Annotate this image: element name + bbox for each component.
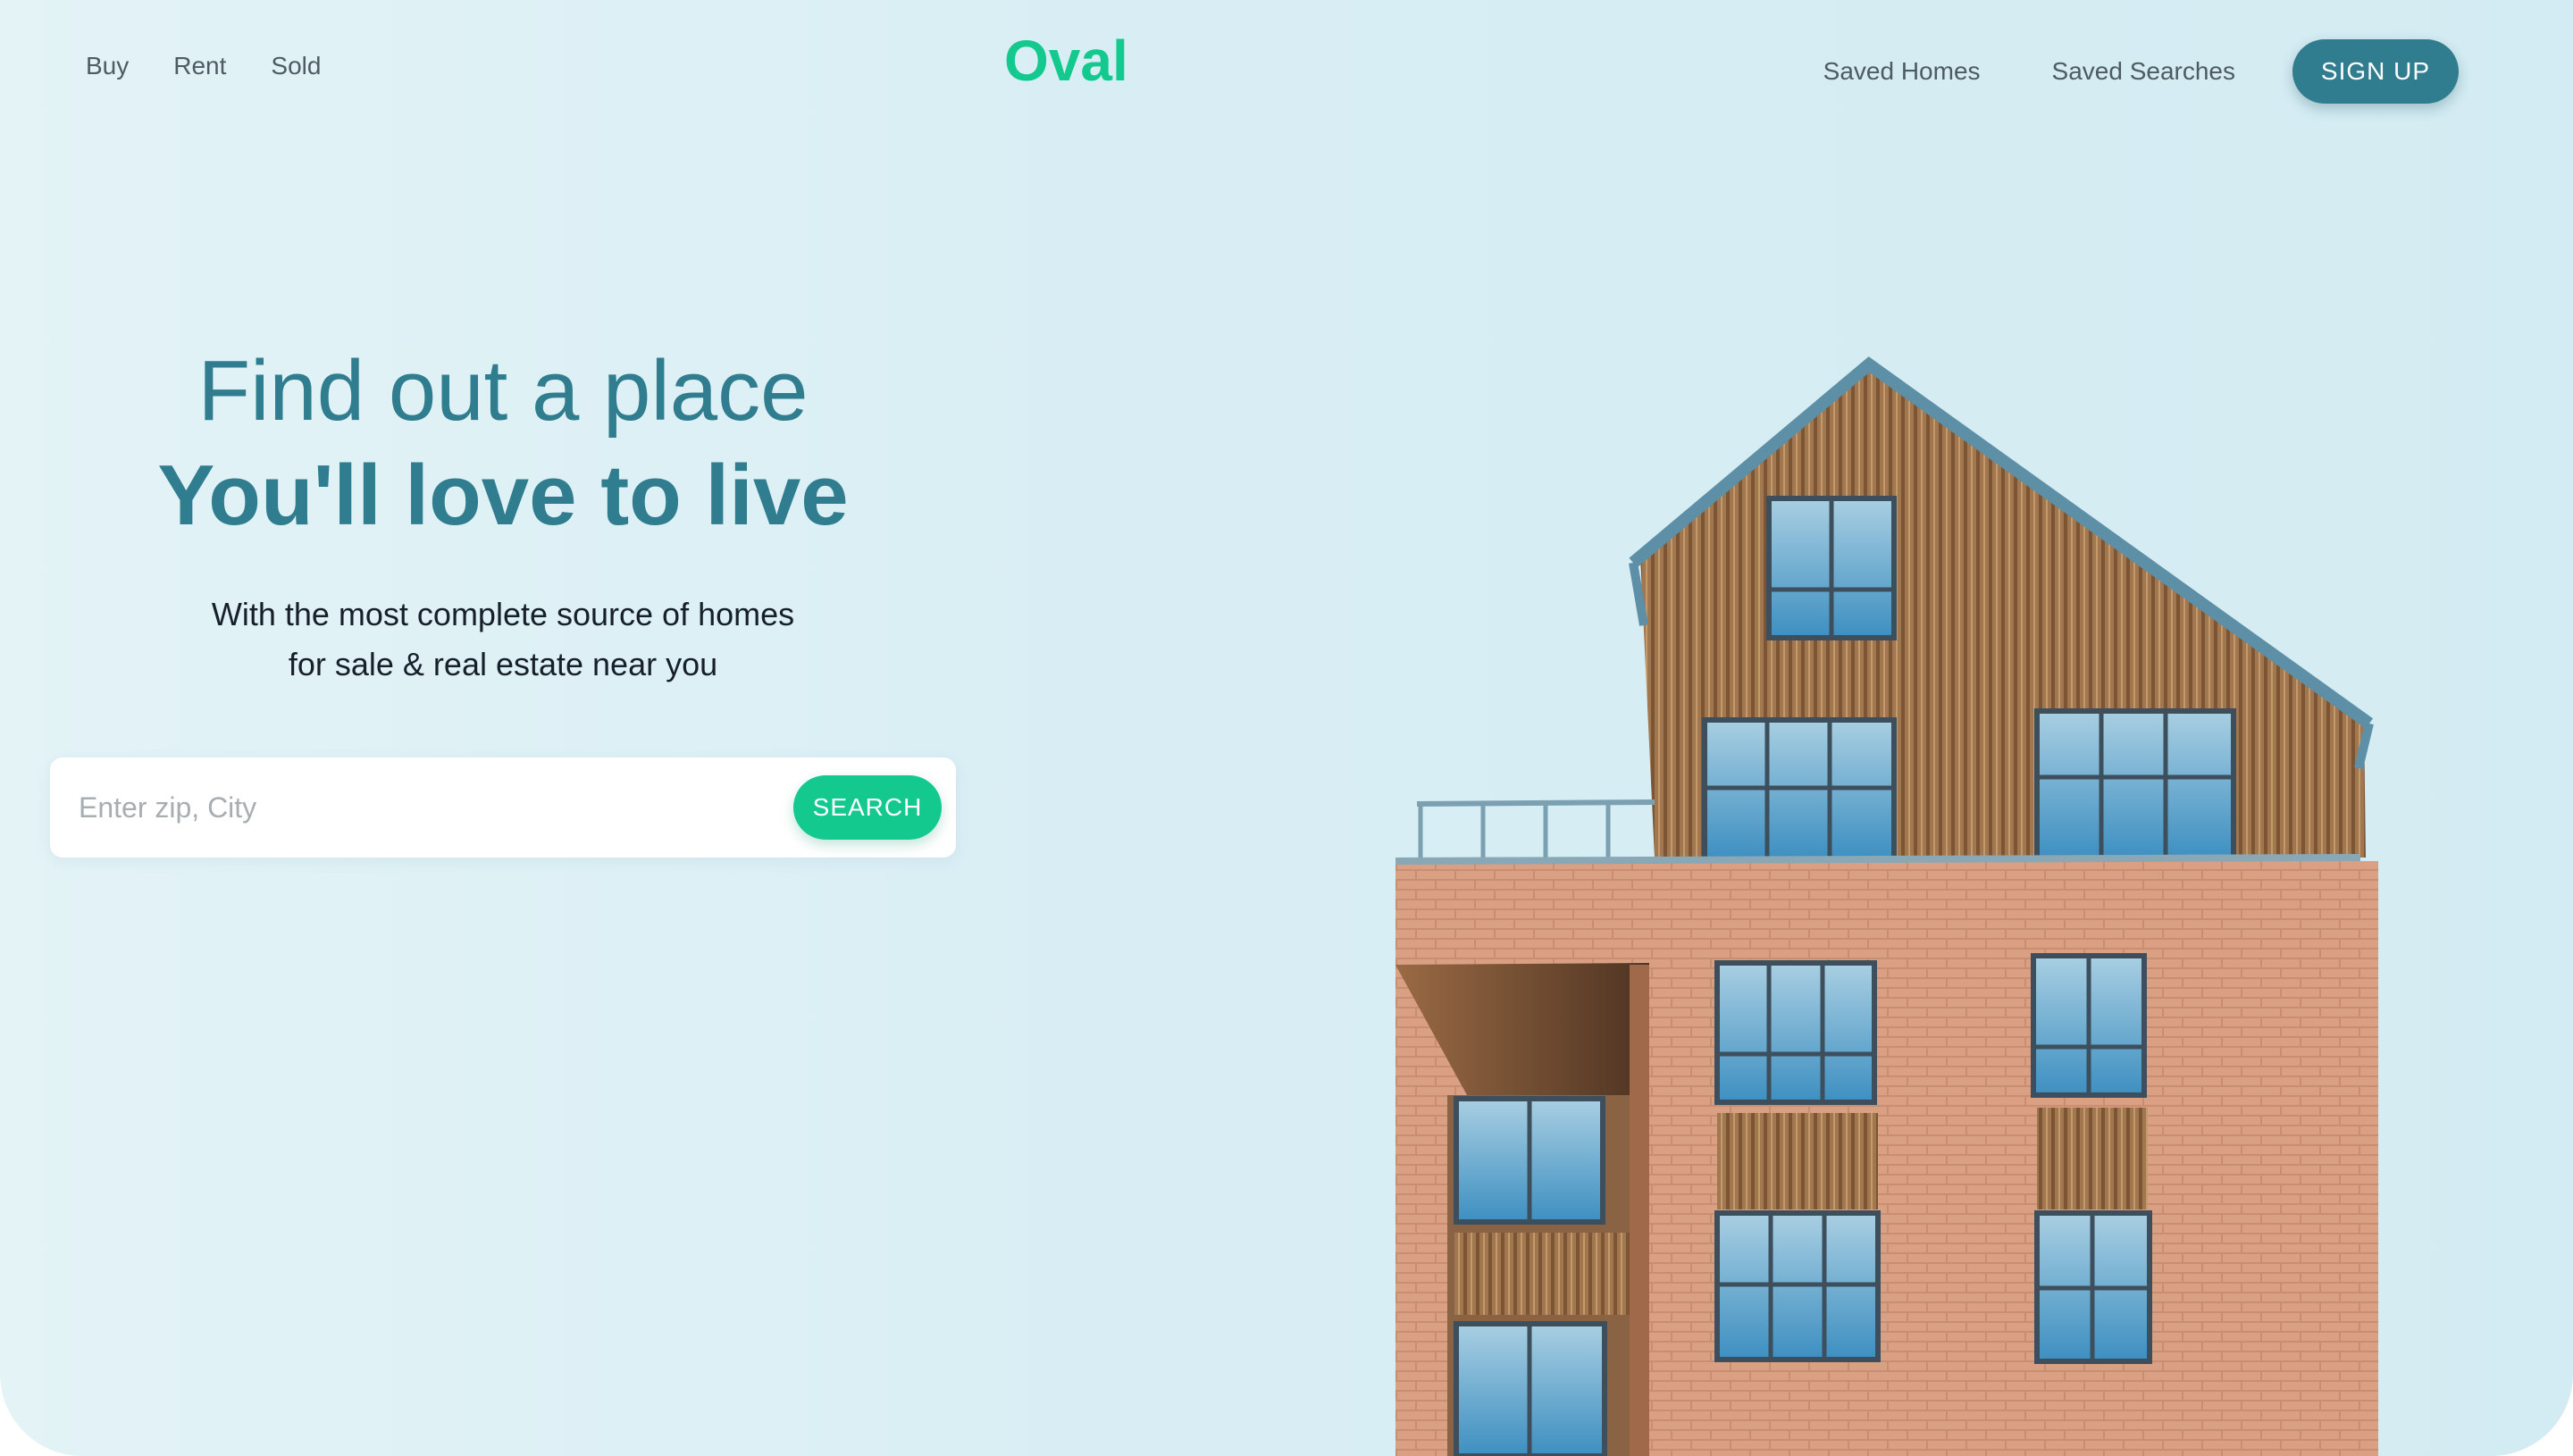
sign-up-button[interactable]: SIGN UP [2292, 39, 2459, 104]
search-bar: SEARCH [50, 757, 956, 858]
account-nav: Saved Homes Saved Searches SIGN UP [1823, 39, 2459, 104]
location-search-input[interactable] [79, 775, 775, 840]
hero-subtitle-line1: With the most complete source of homes [211, 596, 795, 632]
hero-title-line1: Find out a place [197, 343, 809, 439]
nav-buy-link[interactable]: Buy [86, 52, 129, 80]
hero-title-line2: You'll love to live [157, 448, 849, 543]
saved-homes-link[interactable]: Saved Homes [1823, 57, 1981, 86]
nav-rent-link[interactable]: Rent [173, 52, 226, 80]
saved-searches-link[interactable]: Saved Searches [2052, 57, 2235, 86]
svg-text:Oval: Oval [1004, 30, 1128, 93]
nav-sold-link[interactable]: Sold [271, 52, 321, 80]
hero-subtitle-line2: for sale & real estate near you [288, 646, 718, 682]
page-frame: Buy Rent Sold Oval Saved Homes Saved Sea… [0, 0, 2573, 1456]
house-image [1395, 356, 2378, 1456]
oval-logo[interactable]: Oval [1002, 30, 1154, 93]
hero-subtitle: With the most complete source of homes f… [50, 590, 956, 690]
hero-section: Find out a place You'll love to live Wit… [50, 339, 956, 690]
primary-nav: Buy Rent Sold [86, 52, 321, 80]
search-button[interactable]: SEARCH [793, 775, 942, 840]
